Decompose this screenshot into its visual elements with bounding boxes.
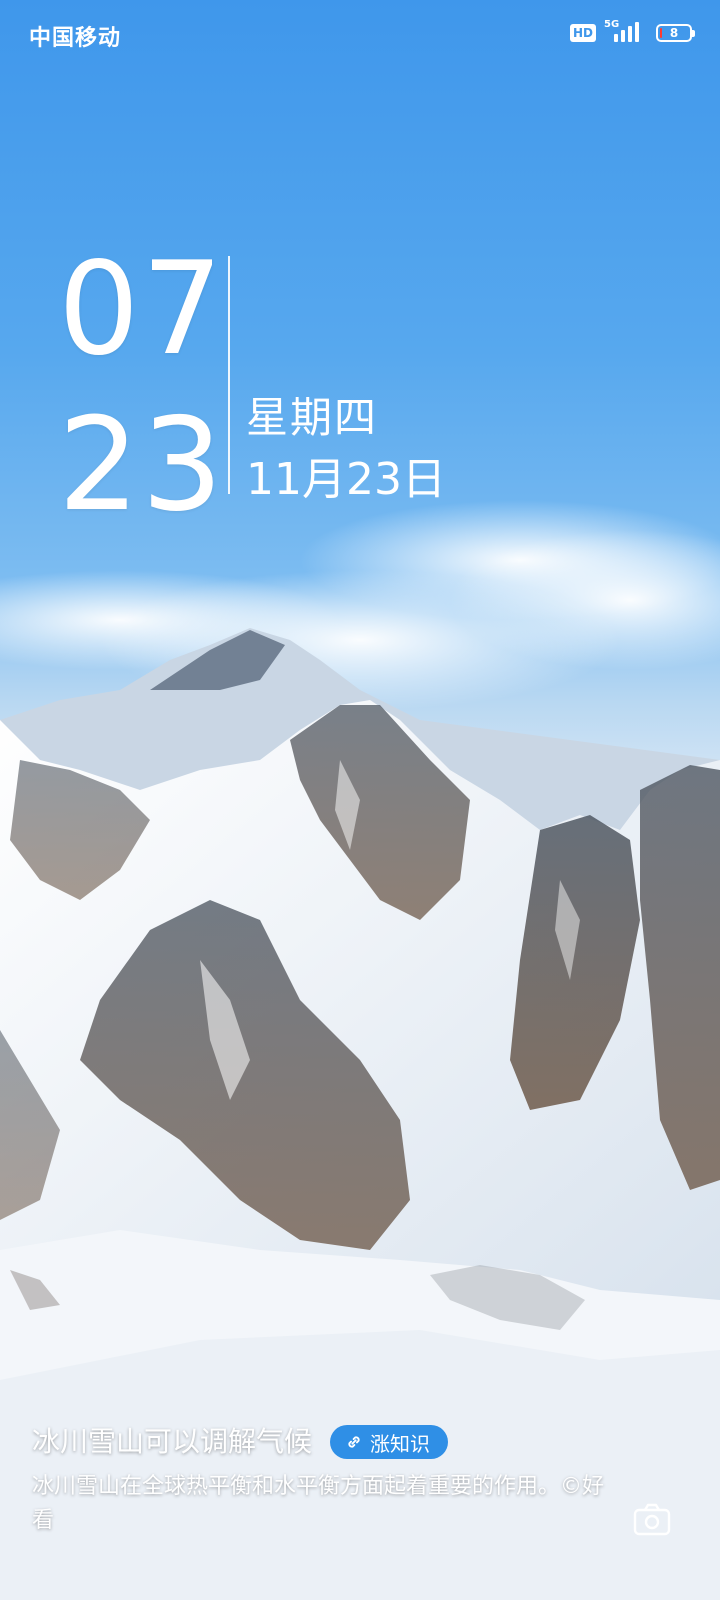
camera-icon[interactable]: [632, 1500, 672, 1540]
date-block: 星期四 11月23日: [246, 392, 446, 508]
weekday-label: 星期四: [246, 393, 379, 442]
battery-icon: 8: [656, 24, 695, 42]
clock-hour: 07: [58, 235, 225, 384]
signal-icon: 5G: [604, 19, 648, 45]
signal-bars: [614, 22, 639, 42]
learn-more-button[interactable]: 涨知识: [330, 1425, 449, 1459]
wallpaper-description: 冰川雪山在全球热平衡和水平衡方面起着重要的作用。©好看: [32, 1474, 605, 1533]
wallpaper-info: 冰川雪山可以调解气候 涨知识 冰川雪山在全球热平衡和水平衡方面起着重要的作用。©…: [32, 1422, 632, 1538]
lock-screen: 中国移动 HD 5G 8 07 23 星期四 11月23日 冰川雪山可以调解气候: [0, 0, 720, 1600]
wallpaper-title[interactable]: 冰川雪山可以调解气候: [32, 1422, 312, 1462]
status-bar: 中国移动 HD 5G 8: [0, 0, 720, 66]
hd-icon: HD: [569, 24, 596, 42]
clock: 07 23: [58, 232, 225, 544]
learn-more-label: 涨知识: [370, 1431, 431, 1456]
info-title-row: 冰川雪山可以调解气候 涨知识: [32, 1422, 632, 1462]
carrier-name: 中国移动: [29, 26, 122, 51]
link-icon: [348, 1436, 360, 1448]
clock-divider: [228, 256, 230, 494]
battery-level: 8: [669, 26, 679, 40]
status-icons: HD 5G 8: [569, 19, 695, 46]
clock-minute: 23: [58, 391, 225, 540]
date-label: 11月23日: [246, 454, 446, 505]
